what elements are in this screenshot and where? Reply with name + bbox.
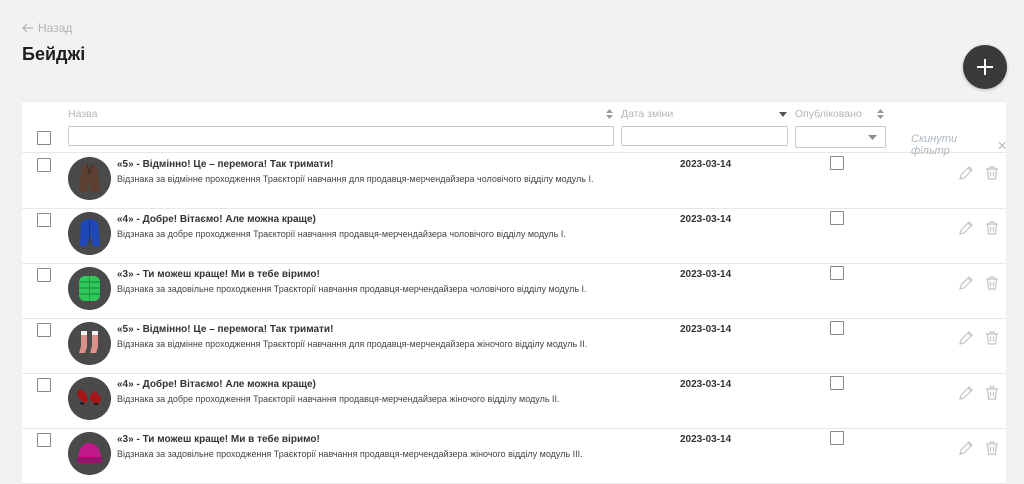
badge-title[interactable]: «4» - Добре! Вітаємо! Але можна краще) [117,379,316,390]
badge-image [68,432,111,475]
delete-button[interactable] [984,440,1000,456]
badge-date: 2023-03-14 [680,159,732,170]
trash-icon [986,441,998,455]
badge-date: 2023-03-14 [680,434,732,445]
trash-icon [986,276,998,290]
jacket-icon [68,212,111,255]
badge-description: Відзнака за добре проходження Траєкторії… [117,394,560,404]
published-checkbox[interactable] [830,211,844,225]
date-filter-input[interactable] [621,126,788,146]
badge-image [68,267,111,310]
column-header-published[interactable]: Опубліковано [795,108,862,120]
table-row: «3» - Ти можеш краще! Ми в тебе віримо! … [22,263,1006,319]
row-checkbox[interactable] [37,433,51,447]
badge-image [68,157,111,200]
close-icon [998,141,1006,149]
badge-description: Відзнака за задовільне проходження Траєк… [117,284,587,294]
sort-icon[interactable] [877,109,884,119]
delete-button[interactable] [984,165,1000,181]
badge-image [68,377,111,420]
table-row: «5» - Відмінно! Це – перемога! Так трима… [22,153,1006,209]
caret-down-icon[interactable] [779,112,787,117]
edit-button[interactable] [958,220,974,236]
badge-description: Відзнака за задовільне проходження Траєк… [117,449,583,459]
badge-date: 2023-03-14 [680,379,732,390]
published-checkbox[interactable] [830,156,844,170]
name-filter-input[interactable] [68,126,614,146]
badge-image [68,212,111,255]
plus-icon [977,59,993,75]
back-link[interactable]: Назад [22,21,72,35]
edit-button[interactable] [958,385,974,401]
published-filter-select[interactable] [795,126,886,148]
badge-title[interactable]: «3» - Ти можеш краще! Ми в тебе віримо! [117,269,320,280]
row-checkbox[interactable] [37,378,51,392]
hat-icon [68,432,111,475]
trash-icon [986,386,998,400]
published-checkbox[interactable] [830,376,844,390]
table-row: «5» - Відмінно! Це – перемога! Так трима… [22,318,1006,374]
badge-title[interactable]: «5» - Відмінно! Це – перемога! Так трима… [117,324,333,335]
edit-button[interactable] [958,330,974,346]
badge-date: 2023-03-14 [680,324,732,335]
badge-description: Відзнака за добре проходження Траєкторії… [117,229,566,239]
edit-button[interactable] [958,440,974,456]
edit-button[interactable] [958,275,974,291]
column-header-date[interactable]: Дата зміни [621,108,673,120]
pencil-icon [959,166,973,180]
chevron-down-icon [868,135,877,140]
table-row: «3» - Ти можеш краще! Ми в тебе віримо! … [22,428,1006,484]
page-title: Бейджі [22,44,86,64]
badge-description: Відзнака за відмінне проходження Траєкто… [117,174,594,184]
trash-icon [986,166,998,180]
table-header: Назва Дата зміни Опубліковано Скинути фі… [22,102,1006,157]
socks-icon [68,322,111,365]
select-all-checkbox[interactable] [37,131,51,145]
row-checkbox[interactable] [37,213,51,227]
badge-image [68,322,111,365]
arrow-left-icon [22,23,33,33]
row-checkbox[interactable] [37,323,51,337]
sort-icon[interactable] [606,109,613,119]
badge-title[interactable]: «4» - Добре! Вітаємо! Але можна краще) [117,214,316,225]
badge-date: 2023-03-14 [680,214,732,225]
row-checkbox[interactable] [37,268,51,282]
table-row: «4» - Добре! Вітаємо! Але можна краще) В… [22,208,1006,264]
delete-button[interactable] [984,330,1000,346]
pencil-icon [959,221,973,235]
add-badge-button[interactable] [963,45,1007,89]
shoes-icon [68,377,111,420]
published-checkbox[interactable] [830,266,844,280]
badge-title[interactable]: «5» - Відмінно! Це – перемога! Так трима… [117,159,333,170]
puffer-jacket-icon [68,267,111,310]
trash-icon [986,221,998,235]
published-checkbox[interactable] [830,321,844,335]
badge-title[interactable]: «3» - Ти можеш краще! Ми в тебе віримо! [117,434,320,445]
edit-button[interactable] [958,165,974,181]
pencil-icon [959,276,973,290]
back-label: Назад [38,21,73,35]
coat-icon [68,157,111,200]
badges-table: Назва Дата зміни Опубліковано Скинути фі… [22,101,1006,484]
delete-button[interactable] [984,275,1000,291]
badge-description: Відзнака за відмінне проходження Траєкто… [117,339,588,349]
delete-button[interactable] [984,220,1000,236]
pencil-icon [959,331,973,345]
row-checkbox[interactable] [37,158,51,172]
badge-date: 2023-03-14 [680,269,732,280]
table-row: «4» - Добре! Вітаємо! Але можна краще) В… [22,373,1006,429]
pencil-icon [959,386,973,400]
delete-button[interactable] [984,385,1000,401]
published-checkbox[interactable] [830,431,844,445]
trash-icon [986,331,998,345]
column-header-name[interactable]: Назва [68,108,97,120]
pencil-icon [959,441,973,455]
